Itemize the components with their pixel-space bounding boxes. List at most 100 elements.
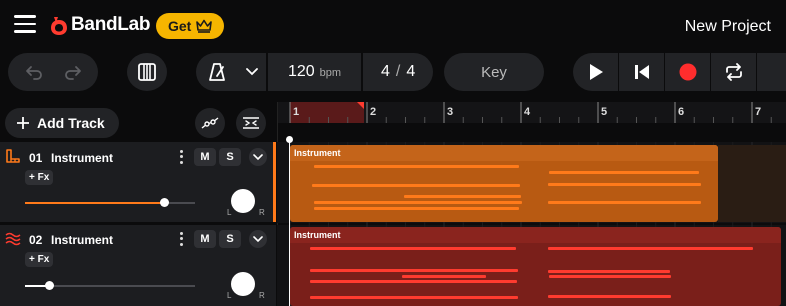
midi-note xyxy=(548,201,701,204)
solo-button[interactable]: S xyxy=(219,230,241,248)
kebab-icon[interactable] xyxy=(177,149,185,165)
midi-note xyxy=(310,247,516,250)
midi-note xyxy=(548,295,671,298)
automation-button[interactable] xyxy=(195,108,225,138)
volume-slider-fill xyxy=(25,202,165,204)
midi-clip-2[interactable]: Instrument xyxy=(290,227,781,306)
time-signature-field[interactable]: 4 / 4 xyxy=(363,63,433,81)
ruler-ticks xyxy=(289,102,772,123)
redo-icon[interactable] xyxy=(64,63,82,81)
midi-note xyxy=(548,183,701,186)
pan-left-label: L xyxy=(227,208,232,217)
track-selected-indicator xyxy=(273,142,276,222)
midi-note xyxy=(548,270,670,273)
metronome-button[interactable] xyxy=(196,62,238,82)
waveform-track-icon xyxy=(5,232,21,251)
bar-label: 1 xyxy=(293,106,300,118)
timeline-ruler[interactable]: 1 2 3 4 5 6 7 xyxy=(277,102,786,123)
midi-note xyxy=(310,269,518,272)
chevron-down-icon xyxy=(253,235,263,242)
get-membership-button[interactable]: Get xyxy=(156,13,224,39)
pan-knob[interactable] xyxy=(231,272,255,296)
brand-name[interactable]: BandLab xyxy=(71,14,150,36)
divider xyxy=(756,53,757,91)
volume-slider-thumb[interactable] xyxy=(44,281,54,290)
loop-button[interactable] xyxy=(711,53,756,91)
skip-to-start-button[interactable] xyxy=(619,53,664,91)
key-label: Key xyxy=(481,63,507,81)
chevron-down-icon xyxy=(253,153,263,160)
time-signature-denominator: 4 xyxy=(406,63,416,80)
record-icon xyxy=(679,63,696,81)
track-number: 02 xyxy=(29,233,43,247)
add-fx-button[interactable]: + Fx xyxy=(25,170,54,185)
bandlab-logo-icon[interactable] xyxy=(50,14,68,36)
midi-note xyxy=(310,296,518,299)
midi-note xyxy=(314,165,519,168)
skip-back-icon xyxy=(634,65,649,79)
track-expand-button[interactable] xyxy=(249,148,267,166)
clip-extension-area xyxy=(718,145,786,222)
track-name[interactable]: Instrument xyxy=(51,233,113,247)
track-expand-button[interactable] xyxy=(249,230,267,248)
undo-icon[interactable] xyxy=(25,63,43,81)
undo-redo-group xyxy=(8,53,98,91)
metronome-dropdown[interactable] xyxy=(238,67,266,77)
track-name[interactable]: Instrument xyxy=(51,151,113,165)
piano-button[interactable] xyxy=(127,53,167,91)
add-fx-button[interactable]: + Fx xyxy=(25,252,54,267)
midi-note xyxy=(402,275,486,278)
bar-label: 5 xyxy=(601,106,608,118)
plus-icon xyxy=(17,117,29,129)
pan-right-label: R xyxy=(259,291,265,300)
bar-label: 3 xyxy=(447,106,454,118)
project-title[interactable]: New Project xyxy=(685,18,771,36)
piano-keys-track-icon xyxy=(5,149,21,168)
clip-header xyxy=(290,145,718,161)
chevron-down-icon xyxy=(245,68,258,76)
tempo-field[interactable]: 120 bpm xyxy=(268,63,362,81)
midi-note xyxy=(404,195,521,198)
midi-note xyxy=(314,207,519,210)
time-signature-separator: / xyxy=(395,63,401,80)
piano-icon xyxy=(138,63,156,81)
bar-label: 4 xyxy=(524,106,531,118)
track-number: 01 xyxy=(29,151,43,165)
get-label: Get xyxy=(168,18,192,34)
time-signature-numerator: 4 xyxy=(381,63,390,80)
midi-note xyxy=(549,275,671,278)
bar-label: 2 xyxy=(370,106,377,118)
midi-note xyxy=(314,201,522,204)
kebab-icon[interactable] xyxy=(177,231,185,247)
pan-left-label: L xyxy=(227,291,232,300)
tempo-metronome-group: 120 bpm 4 / 4 xyxy=(196,53,433,91)
metronome-icon xyxy=(209,63,225,81)
hamburger-menu-icon[interactable] xyxy=(14,15,36,33)
pan-knob[interactable] xyxy=(231,189,255,213)
clip-label: Instrument xyxy=(294,230,341,240)
solo-button[interactable]: S xyxy=(219,148,241,166)
mute-button[interactable]: M xyxy=(194,148,216,166)
midi-note xyxy=(310,280,517,283)
play-icon xyxy=(589,64,603,80)
tempo-unit: bpm xyxy=(319,67,342,79)
automation-icon xyxy=(201,117,219,129)
midi-note xyxy=(312,184,520,187)
add-track-label: Add Track xyxy=(37,115,105,131)
playhead[interactable] xyxy=(289,138,290,306)
playhead-handle[interactable] xyxy=(286,136,293,143)
transport-controls xyxy=(573,53,786,91)
play-button[interactable] xyxy=(573,53,618,91)
tuner-icon xyxy=(243,117,259,129)
midi-clip-1[interactable]: Instrument xyxy=(290,145,718,222)
key-button[interactable]: Key xyxy=(444,53,544,91)
mute-button[interactable]: M xyxy=(194,230,216,248)
add-track-button[interactable]: Add Track xyxy=(5,108,119,138)
pan-right-label: R xyxy=(259,208,265,217)
tempo-value: 120 xyxy=(287,63,315,80)
record-button[interactable] xyxy=(665,53,710,91)
tuner-button[interactable] xyxy=(236,108,266,138)
crown-icon xyxy=(196,19,213,33)
midi-note xyxy=(548,247,753,250)
loop-icon xyxy=(725,63,742,81)
